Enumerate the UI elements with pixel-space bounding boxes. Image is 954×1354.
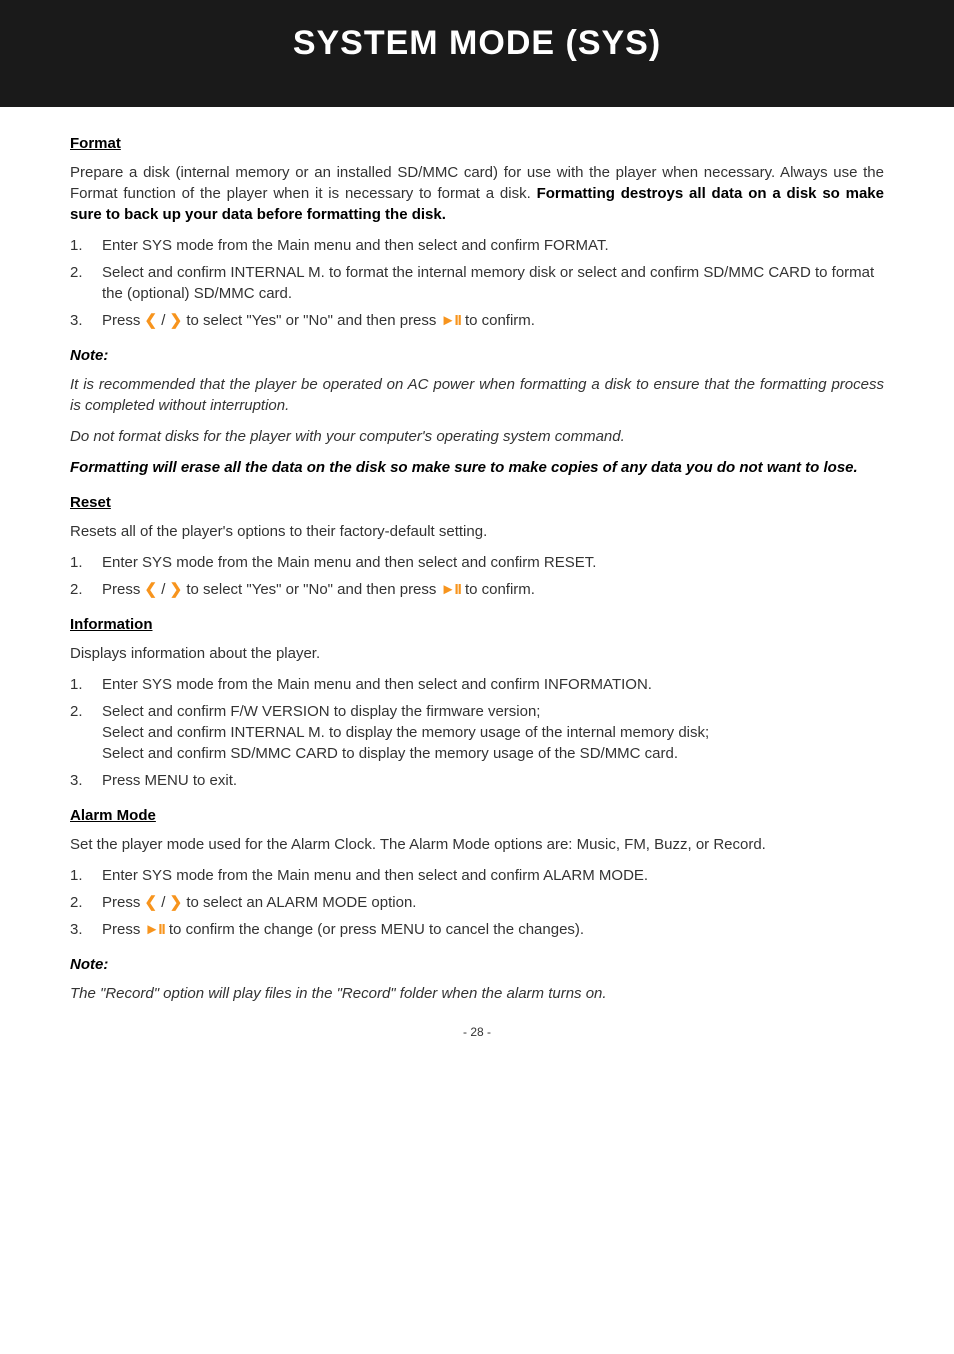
note-label: Note: [70, 954, 884, 975]
right-arrow-icon: ❯ [170, 312, 183, 329]
play-pause-icon: ►II [441, 581, 461, 598]
text: to confirm. [461, 581, 535, 598]
text: Press [102, 894, 145, 911]
play-pause-icon: ►II [145, 921, 165, 938]
right-arrow-icon: ❯ [170, 581, 183, 598]
format-steps: 1. Enter SYS mode from the Main menu and… [70, 235, 884, 331]
play-pause-icon: ►II [441, 312, 461, 329]
alarm-intro: Set the player mode used for the Alarm C… [70, 834, 884, 855]
text: / [157, 312, 170, 329]
step-body: Select and confirm F/W VERSION to displa… [102, 701, 884, 764]
text: to confirm. [461, 312, 535, 329]
note-text: Do not format disks for the player with … [70, 426, 884, 447]
list-item: 3. Press ►II to confirm the change (or p… [70, 919, 884, 940]
info-heading: Information [70, 614, 884, 635]
list-item: 1. Enter SYS mode from the Main menu and… [70, 865, 884, 886]
list-item: 2. Press ❮ / ❯ to select an ALARM MODE o… [70, 892, 884, 913]
step-number: 2. [70, 701, 102, 764]
list-item: 1. Enter SYS mode from the Main menu and… [70, 235, 884, 256]
note-label: Note: [70, 345, 884, 366]
step-body: Press ❮ / ❯ to select an ALARM MODE opti… [102, 892, 884, 913]
left-arrow-icon: ❮ [145, 894, 158, 911]
step-body: Press ❮ / ❯ to select "Yes" or "No" and … [102, 310, 884, 331]
text: / [157, 581, 170, 598]
list-item: 2. Select and confirm F/W VERSION to dis… [70, 701, 884, 764]
step-body: Enter SYS mode from the Main menu and th… [102, 552, 884, 573]
list-item: 2. Select and confirm INTERNAL M. to for… [70, 262, 884, 304]
text: Press [102, 921, 145, 938]
alarm-steps: 1. Enter SYS mode from the Main menu and… [70, 865, 884, 940]
text: to select "Yes" or "No" and then press [182, 312, 440, 329]
step-number: 2. [70, 262, 102, 304]
reset-steps: 1. Enter SYS mode from the Main menu and… [70, 552, 884, 600]
step-body: Enter SYS mode from the Main menu and th… [102, 674, 884, 695]
step-body: Press ❮ / ❯ to select "Yes" or "No" and … [102, 579, 884, 600]
list-item: 3. Press ❮ / ❯ to select "Yes" or "No" a… [70, 310, 884, 331]
info-intro: Displays information about the player. [70, 643, 884, 664]
step-body: Press MENU to exit. [102, 770, 884, 791]
step-number: 1. [70, 552, 102, 573]
step-number: 2. [70, 892, 102, 913]
format-intro: Prepare a disk (internal memory or an in… [70, 162, 884, 225]
info-steps: 1. Enter SYS mode from the Main menu and… [70, 674, 884, 791]
list-item: 1. Enter SYS mode from the Main menu and… [70, 552, 884, 573]
list-item: 3. Press MENU to exit. [70, 770, 884, 791]
step-body: Enter SYS mode from the Main menu and th… [102, 235, 884, 256]
page-footer: - 28 - [70, 1024, 884, 1041]
left-arrow-icon: ❮ [145, 312, 158, 329]
step-number: 1. [70, 235, 102, 256]
page-title: SYSTEM MODE (SYS) [0, 24, 954, 63]
text: to select an ALARM MODE option. [182, 894, 416, 911]
page-header: SYSTEM MODE (SYS) [0, 0, 954, 107]
reset-intro: Resets all of the player's options to th… [70, 521, 884, 542]
page-number: - 28 - [463, 1025, 491, 1039]
list-item: 2. Press ❮ / ❯ to select "Yes" or "No" a… [70, 579, 884, 600]
reset-heading: Reset [70, 492, 884, 513]
text: to confirm the change (or press MENU to … [165, 921, 584, 938]
step-number: 1. [70, 674, 102, 695]
step-number: 2. [70, 579, 102, 600]
step-body: Press ►II to confirm the change (or pres… [102, 919, 884, 940]
step-number: 3. [70, 919, 102, 940]
left-arrow-icon: ❮ [145, 581, 158, 598]
step-number: 1. [70, 865, 102, 886]
text: Press [102, 581, 145, 598]
note-text: The "Record" option will play files in t… [70, 983, 884, 1004]
alarm-heading: Alarm Mode [70, 805, 884, 826]
step-number: 3. [70, 310, 102, 331]
page-content: Format Prepare a disk (internal memory o… [0, 107, 954, 1061]
list-item: 1. Enter SYS mode from the Main menu and… [70, 674, 884, 695]
text: / [157, 894, 170, 911]
note-strong: Formatting will erase all the data on th… [70, 457, 884, 478]
step-number: 3. [70, 770, 102, 791]
text: to select "Yes" or "No" and then press [182, 581, 440, 598]
step-body: Select and confirm INTERNAL M. to format… [102, 262, 884, 304]
step-body: Enter SYS mode from the Main menu and th… [102, 865, 884, 886]
note-text: It is recommended that the player be ope… [70, 374, 884, 416]
format-heading: Format [70, 133, 884, 154]
right-arrow-icon: ❯ [170, 894, 183, 911]
text: Press [102, 312, 145, 329]
